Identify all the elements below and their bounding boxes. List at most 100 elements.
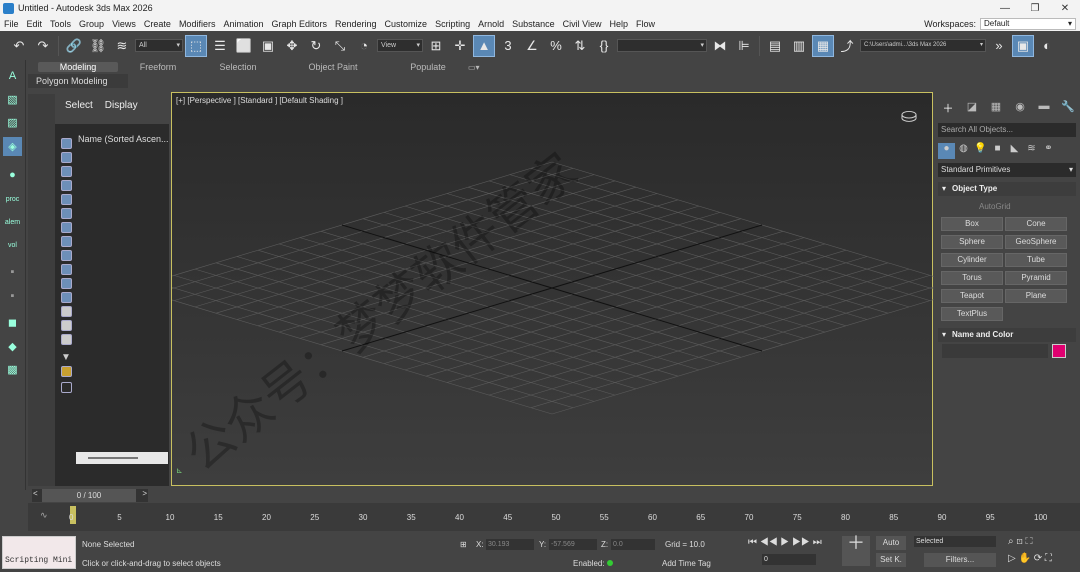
- filter-helpers-icon[interactable]: [61, 194, 72, 205]
- pivot-center-icon[interactable]: ⊞: [425, 35, 447, 57]
- curve-editor-icon[interactable]: ⤴: [836, 35, 858, 57]
- rotate-icon[interactable]: ↻: [305, 35, 327, 57]
- set-key-button[interactable]: Set K.: [876, 553, 906, 567]
- menu-customize[interactable]: Customize: [381, 19, 432, 29]
- playback-controls[interactable]: ⏮ ◀◀ ▶ ▶▶ ⏭: [748, 537, 822, 548]
- filter-containers-icon[interactable]: [61, 264, 72, 275]
- tube-button[interactable]: Tube: [1005, 253, 1067, 267]
- vol-icon[interactable]: vol: [3, 236, 22, 255]
- tool-icon-2[interactable]: ▪: [3, 286, 22, 305]
- alem-icon[interactable]: alem: [3, 213, 22, 232]
- object-name-input[interactable]: [942, 344, 1048, 358]
- filter-shapes-icon[interactable]: [61, 152, 72, 163]
- menu-substance[interactable]: Substance: [508, 19, 559, 29]
- tab-modeling[interactable]: Modeling: [38, 62, 118, 72]
- render-setup-icon[interactable]: ▣: [1012, 34, 1034, 57]
- time-slider-value[interactable]: 0 / 100: [42, 489, 136, 502]
- menu-group[interactable]: Group: [75, 19, 108, 29]
- autogrid-checkbox[interactable]: AutoGrid: [979, 202, 1011, 211]
- scale-icon[interactable]: ⤡: [329, 35, 351, 57]
- horizontal-scrollbar[interactable]: [76, 452, 168, 464]
- hierarchy-panel-icon[interactable]: ▦: [987, 100, 1005, 116]
- filter-all-icon[interactable]: [61, 306, 72, 317]
- menu-create[interactable]: Create: [140, 19, 175, 29]
- ribbon-toggle-icon[interactable]: ▦: [812, 34, 834, 57]
- menu-tools[interactable]: Tools: [46, 19, 75, 29]
- filter-cameras-icon[interactable]: [61, 180, 72, 191]
- plane-button[interactable]: Plane: [1005, 289, 1067, 303]
- spinner-snap-icon[interactable]: ⇅: [569, 35, 591, 57]
- name-color-rollout-header[interactable]: Name and Color: [938, 328, 1076, 342]
- reference-coordinate-dropdown[interactable]: View: [377, 39, 423, 52]
- select-by-name-icon[interactable]: ☰: [209, 35, 231, 57]
- polygon-modeling-bar[interactable]: Polygon Modeling: [28, 74, 128, 88]
- cone-button[interactable]: Cone: [1005, 217, 1067, 231]
- y-coordinate[interactable]: -57.569: [549, 539, 597, 550]
- viewport-label[interactable]: [+] [Perspective ] [Standard ] [Default …: [176, 96, 343, 105]
- viewcube-icon[interactable]: ⛀: [896, 103, 922, 129]
- filter-geometry-icon[interactable]: [61, 138, 72, 149]
- helpers-icon[interactable]: ◣: [1006, 143, 1023, 159]
- display-panel-icon[interactable]: ▬: [1035, 100, 1053, 116]
- perspective-viewport[interactable]: [+] [Perspective ] [Standard ] [Default …: [131, 92, 973, 486]
- select-object-icon[interactable]: ⬚: [185, 34, 207, 57]
- link-icon[interactable]: 🔗: [63, 35, 85, 57]
- shapes-icon[interactable]: ◍: [955, 143, 972, 159]
- filter-frozen-icon[interactable]: [61, 278, 72, 289]
- prev-frame-icon[interactable]: <: [33, 489, 38, 498]
- tool-icon-1[interactable]: ▪: [3, 262, 22, 281]
- systems-icon[interactable]: ⚭: [1040, 143, 1057, 159]
- keyboard-shortcut-override-icon[interactable]: ▲: [473, 34, 495, 57]
- snaps-toggle-icon[interactable]: 3: [497, 35, 519, 57]
- unlink-icon[interactable]: ⛓: [87, 35, 109, 57]
- tool-icon-3[interactable]: ◼: [3, 313, 22, 332]
- percent-snap-icon[interactable]: %: [545, 35, 567, 57]
- scene-explorer-icon[interactable]: ▥: [788, 35, 810, 57]
- zoom-icon[interactable]: ⌕ ⊡ ⛶: [1008, 536, 1033, 547]
- menu-arnold[interactable]: Arnold: [474, 19, 508, 29]
- filter-spacewarps-icon[interactable]: [61, 208, 72, 219]
- menu-scripting[interactable]: Scripting: [431, 19, 474, 29]
- z-coordinate[interactable]: 0.0: [611, 539, 655, 550]
- x-coordinate[interactable]: 30.193: [486, 539, 534, 550]
- angle-snap-icon[interactable]: ∠: [521, 35, 543, 57]
- lights-icon[interactable]: 💡: [972, 143, 989, 159]
- search-objects-input[interactable]: Search All Objects...: [938, 123, 1076, 137]
- filter-bones-icon[interactable]: [61, 250, 72, 261]
- tab-populate[interactable]: Populate: [388, 62, 468, 72]
- enabled-indicator[interactable]: [607, 560, 613, 566]
- create-text-icon[interactable]: A: [3, 66, 22, 85]
- viewport-layout-icon[interactable]: ▧: [3, 90, 22, 109]
- pyramid-button[interactable]: Pyramid: [1005, 271, 1067, 285]
- filter-highlight-icon[interactable]: [61, 366, 72, 377]
- menu-file[interactable]: File: [0, 19, 23, 29]
- named-selection-icon[interactable]: {}: [593, 35, 615, 57]
- ribbon-options-icon[interactable]: ▭▾: [468, 63, 480, 72]
- lock-selection-icon[interactable]: ⊞: [460, 540, 467, 549]
- tab-object-paint[interactable]: Object Paint: [278, 62, 388, 72]
- menu-civil-view[interactable]: Civil View: [559, 19, 606, 29]
- window-crossing-icon[interactable]: ▣: [257, 35, 279, 57]
- menu-rendering[interactable]: Rendering: [331, 19, 381, 29]
- geometry-icon[interactable]: ●: [938, 143, 955, 159]
- scene-explorer-toggle-icon[interactable]: ◈: [3, 137, 22, 156]
- torus-button[interactable]: Torus: [941, 271, 1003, 285]
- primitive-type-dropdown[interactable]: Standard Primitives: [938, 163, 1076, 177]
- more-icon[interactable]: »: [988, 35, 1010, 57]
- bind-space-warp-icon[interactable]: ≋: [111, 35, 133, 57]
- selection-filter-dropdown[interactable]: All: [135, 39, 183, 52]
- render-icon[interactable]: ◐: [1036, 35, 1058, 57]
- workspaces-dropdown[interactable]: Default: [980, 17, 1076, 30]
- cylinder-button[interactable]: Cylinder: [941, 253, 1003, 267]
- rectangular-selection-icon[interactable]: ⬜: [233, 35, 255, 57]
- menu-modifiers[interactable]: Modifiers: [175, 19, 220, 29]
- filters-button[interactable]: Filters...: [924, 553, 996, 567]
- tab-select[interactable]: Select: [65, 100, 93, 111]
- filter-invert-icon[interactable]: [61, 334, 72, 345]
- create-panel-icon[interactable]: ＋: [939, 100, 957, 116]
- cameras-icon[interactable]: ■: [989, 143, 1006, 159]
- filter-funnel-icon[interactable]: ▼: [61, 352, 72, 363]
- key-filter-dropdown[interactable]: Selected: [914, 536, 996, 547]
- add-key-button[interactable]: ＋: [842, 534, 870, 566]
- track-bar[interactable]: ∿ 0 5 10 15 20 25 30 35 40 45 50 55 60 65 70 75 80 85 90 95…: [28, 503, 1080, 531]
